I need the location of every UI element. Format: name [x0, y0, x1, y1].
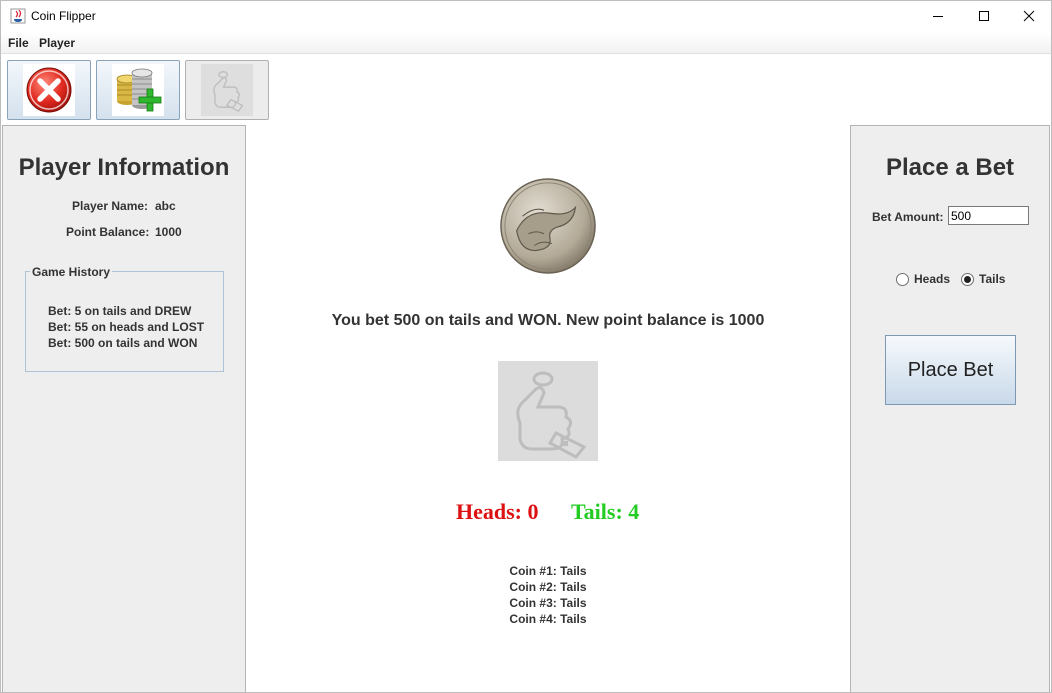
bet-amount-label: Bet Amount: — [872, 210, 944, 224]
close-button[interactable] — [1006, 1, 1051, 31]
player-name-value: abc — [155, 199, 176, 213]
game-area: You bet 500 on tails and WON. New point … — [247, 125, 849, 692]
history-item: Bet: 5 on tails and DREW — [48, 304, 192, 318]
player-info-heading: Player Information — [18, 154, 230, 181]
title-bar: Coin Flipper — [1, 1, 1051, 32]
point-balance-label: Point Balance: — [66, 225, 150, 239]
add-points-button[interactable] — [96, 60, 180, 120]
app-window: Coin Flipper File Player Player Informat… — [0, 0, 1052, 693]
coin-flip-thumb-icon — [213, 71, 244, 113]
menu-bar: File Player — [1, 32, 1051, 54]
coin-result-item: Coin #1: Tails — [509, 564, 587, 578]
history-item: Bet: 500 on tails and WON — [48, 336, 198, 350]
heads-radio-label: Heads — [914, 272, 951, 286]
exit-button-face — [23, 64, 75, 116]
game-history-box: Game History Bet: 5 on tails and DREW Be… — [25, 265, 224, 372]
player-info-panel: Player Information Player Name: abc Poin… — [2, 125, 246, 692]
tails-radio-dot[interactable] — [961, 272, 974, 286]
heads-radio[interactable]: Heads — [896, 272, 950, 286]
tails-tally: Tails: 4 — [571, 499, 640, 524]
result-message: You bet 500 on tails and WON. New point … — [331, 312, 765, 329]
coin-result-item: Coin #4: Tails — [509, 612, 587, 626]
minimize-button[interactable] — [915, 1, 961, 31]
close-icon — [1023, 10, 1035, 22]
coin-tails-icon — [500, 178, 596, 274]
menu-player[interactable]: Player — [39, 36, 75, 50]
exit-button[interactable] — [7, 60, 91, 120]
coin-results-list: Coin #1: Tails Coin #2: Tails Coin #3: T… — [247, 563, 849, 627]
window-title: Coin Flipper — [31, 9, 96, 23]
coin-result-item: Coin #3: Tails — [509, 596, 587, 610]
player-name-label: Player Name: — [72, 199, 149, 213]
java-app-icon — [10, 8, 26, 24]
add-points-button-face — [112, 64, 164, 116]
tails-radio-label: Tails — [979, 272, 1006, 286]
minimize-icon — [933, 16, 943, 17]
toolbar — [1, 55, 1051, 124]
coin-flip-thumb-icon — [516, 371, 587, 459]
tails-radio[interactable]: Tails — [961, 272, 1005, 286]
menu-file[interactable]: File — [8, 36, 29, 50]
heads-radio-dot[interactable] — [896, 272, 909, 286]
game-history-title: Game History — [30, 265, 113, 279]
bet-amount-input[interactable] — [948, 206, 1029, 225]
history-item: Bet: 55 on heads and LOST — [48, 320, 205, 334]
game-history-list: Bet: 5 on tails and DREW Bet: 55 on head… — [48, 303, 204, 351]
flip-button-face — [201, 64, 253, 116]
place-bet-heading: Place a Bet — [885, 154, 1015, 181]
exit-icon — [26, 67, 72, 113]
place-bet-button[interactable]: Place Bet — [885, 335, 1016, 405]
heads-tally: Heads: 0 — [456, 499, 539, 524]
add-player-coins-icon — [116, 68, 162, 112]
point-balance-value: 1000 — [155, 225, 182, 239]
maximize-button[interactable] — [961, 1, 1007, 31]
flip-animation-image — [498, 361, 598, 461]
coin-result-item: Coin #2: Tails — [509, 580, 587, 594]
flip-button[interactable] — [185, 60, 269, 120]
maximize-icon — [979, 11, 989, 21]
place-bet-panel: Place a Bet Bet Amount: Heads Tails Plac… — [850, 125, 1050, 692]
